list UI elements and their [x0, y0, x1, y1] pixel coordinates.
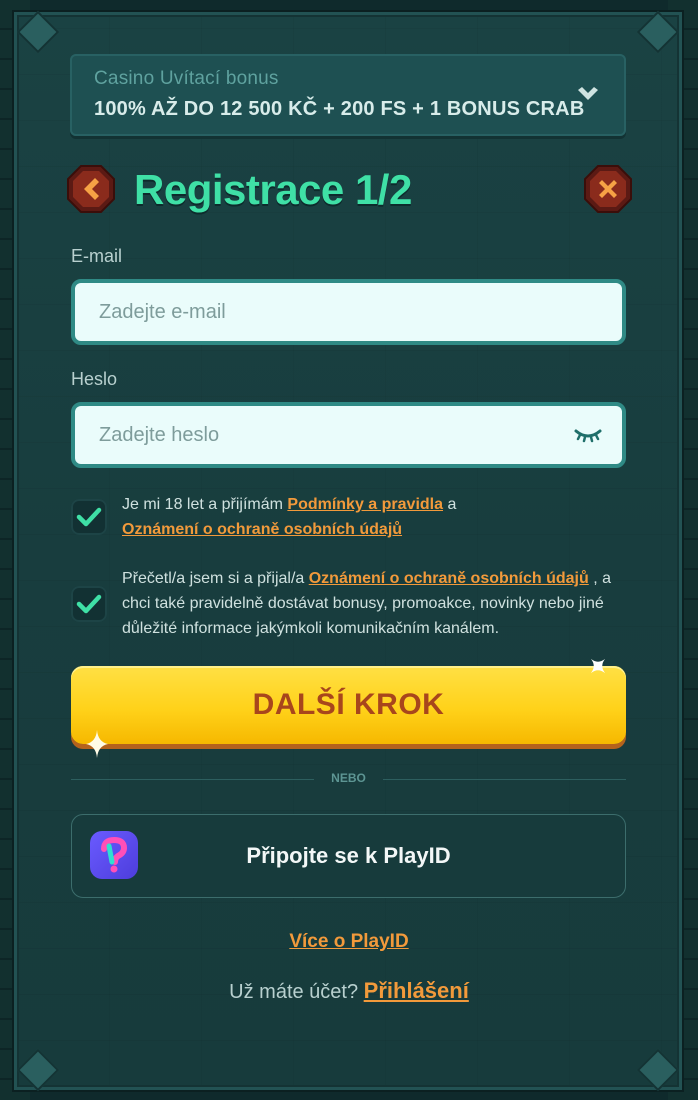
sparkle-icon	[590, 658, 606, 674]
terms-consent-text: Je mi 18 let a přijímám Podmínky a pravi…	[122, 492, 612, 542]
password-field[interactable]	[71, 402, 626, 468]
close-button[interactable]	[583, 164, 633, 214]
have-account-row: Už máte účet? Přihlášení	[0, 978, 698, 1004]
next-step-button[interactable]: DALŠÍ KROK	[71, 666, 626, 744]
playid-button[interactable]: Připojte se k PlayID	[71, 814, 626, 898]
email-label: E-mail	[71, 246, 123, 266]
playid-label: Připojte se k PlayID	[246, 843, 451, 868]
corner-ornament	[16, 1048, 60, 1092]
terms-checkbox[interactable]	[71, 499, 107, 535]
divider-line	[383, 779, 626, 780]
divider-line	[71, 779, 314, 780]
bonus-value: 100% AŽ DO 12 500 KČ + 200 FS + 1 BONUS …	[94, 98, 585, 120]
corner-ornament	[636, 1048, 680, 1092]
corner-ornament	[16, 10, 60, 54]
back-button[interactable]	[66, 164, 116, 214]
marketing-consent-text: Přečetl/a jsem si a přijal/a Oznámení o …	[122, 566, 612, 641]
sparkle-icon	[86, 730, 108, 758]
checkmark-icon	[76, 594, 102, 614]
divider-text: NEBO	[331, 771, 366, 785]
eye-closed-icon[interactable]	[574, 425, 602, 445]
bonus-selector[interactable]: Casino Uvítací bonus 100% AŽ DO 12 500 K…	[70, 54, 626, 136]
marketing-checkbox[interactable]	[71, 586, 107, 622]
chevron-down-icon[interactable]	[576, 84, 600, 106]
login-link[interactable]: Přihlášení	[364, 978, 469, 1003]
corner-ornament	[636, 10, 680, 54]
more-about-playid-link[interactable]: Více o PlayID	[0, 931, 698, 953]
privacy-link[interactable]: Oznámení o ochraně osobních údajů	[122, 521, 402, 538]
email-field[interactable]	[71, 279, 626, 345]
terms-link[interactable]: Podmínky a pravidla	[287, 496, 443, 513]
have-account-text: Už máte účet?	[229, 981, 364, 1003]
or-divider: NEBO	[71, 771, 626, 785]
password-label: Heslo	[71, 369, 118, 389]
bonus-label: Casino Uvítací bonus	[94, 68, 279, 89]
consent-text: Přečetl/a jsem si a přijal/a	[122, 570, 309, 587]
checkmark-icon	[76, 507, 102, 527]
page-title: Registrace 1/2	[134, 166, 412, 213]
consent-text: a	[443, 496, 457, 513]
consent-text: Je mi 18 let a přijímám	[122, 496, 288, 513]
privacy-link[interactable]: Oznámení o ochraně osobních údajů	[309, 570, 589, 587]
